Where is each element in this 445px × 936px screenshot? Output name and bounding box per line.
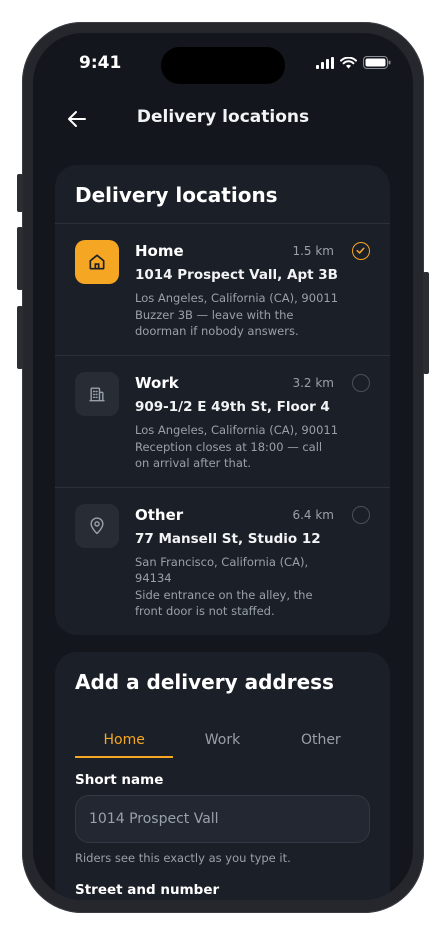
- cellular-signal-icon: [316, 56, 334, 69]
- status-icons: [316, 56, 391, 69]
- battery-icon: [363, 56, 391, 69]
- wifi-icon: [340, 56, 357, 68]
- location-name: Work: [135, 374, 179, 392]
- map-pin-icon: [90, 517, 104, 535]
- street-label: Street and number: [75, 882, 220, 898]
- tab-other[interactable]: Other: [272, 730, 370, 758]
- volume-up-button: [17, 227, 23, 290]
- location-city: San Francisco, California (CA), 94134: [135, 555, 309, 585]
- add-address-title: Add a delivery address: [75, 670, 334, 694]
- location-address: 1014 Prospect Vall, Apt 3B: [135, 267, 338, 283]
- location-note: Buzzer 3B — leave with the doorman if no…: [135, 308, 299, 338]
- location-radio[interactable]: [352, 374, 370, 392]
- location-name: Other: [135, 506, 184, 524]
- status-time: 9:41: [79, 53, 122, 73]
- tab-home[interactable]: Home: [75, 730, 173, 758]
- location-item-other[interactable]: Other 6.4 km 77 Mansell St, Studio 12 Sa…: [55, 487, 390, 635]
- locations-card-title: Delivery locations: [75, 183, 278, 207]
- address-type-tabs: Home Work Other: [75, 730, 370, 758]
- dynamic-island: [161, 47, 285, 84]
- short-name-input[interactable]: 1014 Prospect Vall: [75, 795, 370, 843]
- location-distance: 3.2 km: [292, 376, 334, 390]
- nav-bar: Delivery locations: [33, 105, 413, 135]
- page-title: Delivery locations: [136, 107, 310, 127]
- location-address: 909-1/2 E 49th St, Floor 4: [135, 399, 330, 415]
- home-icon: [89, 254, 105, 270]
- location-icon-box: [75, 240, 119, 284]
- active-tab-indicator: [75, 756, 173, 758]
- location-icon-box: [75, 504, 119, 548]
- short-name-label: Short name: [75, 772, 164, 788]
- location-city: Los Angeles, California (CA), 90011: [135, 423, 339, 437]
- building-icon: [89, 387, 105, 402]
- location-item-work[interactable]: Work 3.2 km 909-1/2 E 49th St, Floor 4 L…: [55, 355, 390, 487]
- location-city: Los Angeles, California (CA), 90011: [135, 291, 339, 305]
- action-button: [17, 174, 23, 212]
- location-item-home[interactable]: Home 1.5 km 1014 Prospect Vall, Apt 3B L…: [55, 223, 390, 355]
- location-note: Side entrance on the alley, the front do…: [135, 588, 313, 618]
- volume-down-button: [17, 306, 23, 369]
- power-button: [423, 272, 429, 374]
- add-address-card: Add a delivery address Home Work Other S…: [55, 652, 390, 900]
- location-distance: 1.5 km: [292, 244, 334, 258]
- check-icon: [356, 247, 365, 254]
- location-radio-checked[interactable]: [352, 242, 370, 260]
- location-name: Home: [135, 242, 184, 260]
- short-name-hint: Riders see this exactly as you type it.: [75, 851, 291, 865]
- location-icon-box: [75, 372, 119, 416]
- locations-card: Delivery locations Home 1.5 km 1014 Pros…: [55, 165, 390, 635]
- location-address: 77 Mansell St, Studio 12: [135, 531, 321, 547]
- screen: 9:41 Delivery locations Delivery locatio…: [33, 33, 413, 900]
- location-note: Reception closes at 18:00 — call on arri…: [135, 440, 323, 470]
- location-distance: 6.4 km: [292, 508, 334, 522]
- location-radio[interactable]: [352, 506, 370, 524]
- tab-work[interactable]: Work: [173, 730, 271, 758]
